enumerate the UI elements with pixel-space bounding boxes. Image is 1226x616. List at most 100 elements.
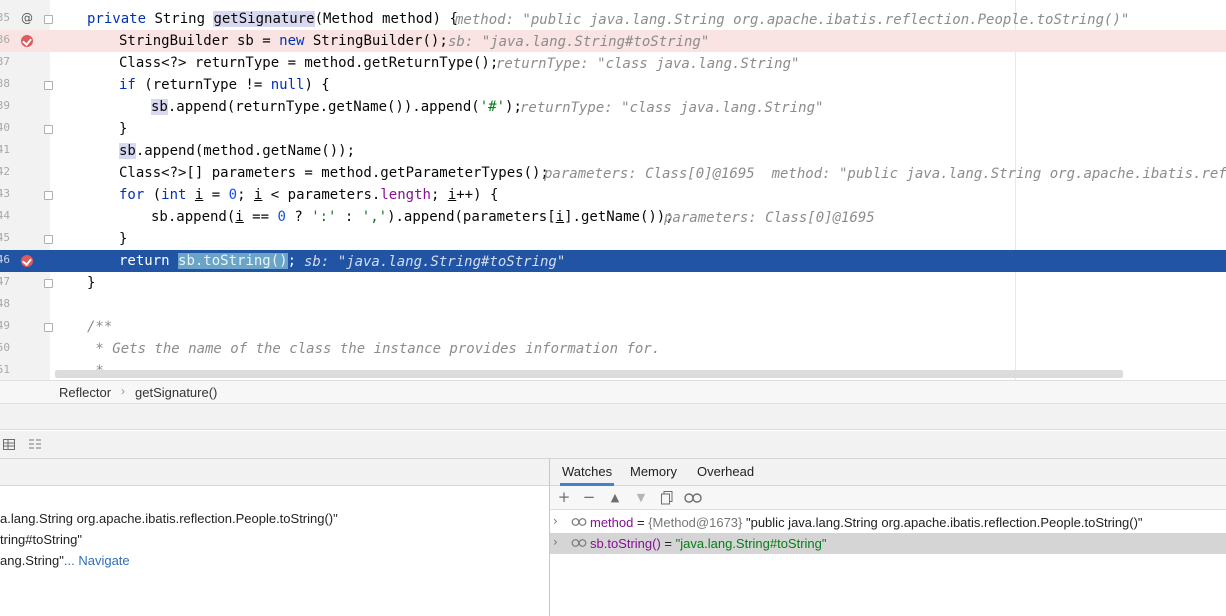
code-line[interactable]: 40 } bbox=[0, 118, 1226, 140]
tab-watches[interactable]: Watches bbox=[560, 459, 615, 486]
remove-watch-icon[interactable]: − bbox=[581, 489, 597, 506]
variable-value: ang.String" bbox=[0, 553, 64, 568]
watches-panel: Watches Memory Overhead + − ▲ ▼ › method… bbox=[550, 459, 1226, 616]
watch-equals: = bbox=[633, 515, 649, 530]
threads-layout-icon[interactable] bbox=[27, 436, 43, 452]
code-text: return sb.toString(); bbox=[119, 253, 297, 269]
code-line[interactable]: 43 for (int i = 0; i < parameters.length… bbox=[0, 184, 1226, 206]
inline-debug-hint: sb: "java.lang.String#toString" bbox=[448, 34, 710, 50]
move-down-icon[interactable]: ▼ bbox=[633, 489, 649, 506]
watch-row-selected[interactable]: › sb.toString() = "java.lang.String#toSt… bbox=[550, 533, 1226, 554]
code-text: private String getSignature(Method metho… bbox=[87, 11, 458, 27]
code-text: } bbox=[119, 121, 128, 137]
breadcrumb: Reflector › getSignature() bbox=[0, 380, 1226, 404]
inline-debug-hint: parameters: Class[0]@1695 method: "publi… bbox=[544, 166, 1226, 182]
code-line[interactable]: 50 * Gets the name of the class the inst… bbox=[0, 338, 1226, 360]
code-line[interactable]: 35 @ private String getSignature(Method … bbox=[0, 8, 1226, 30]
watch-value: "public java.lang.String org.apache.ibat… bbox=[742, 515, 1143, 530]
expand-chevron-icon[interactable]: › bbox=[553, 514, 558, 528]
line-number: 47 bbox=[0, 275, 10, 288]
doc-comment: * Gets the name of the class the instanc… bbox=[87, 341, 661, 357]
line-number: 42 bbox=[0, 165, 10, 178]
line-number: 41 bbox=[0, 143, 10, 156]
line-number: 39 bbox=[0, 99, 10, 112]
variable-row[interactable]: tring#toString" bbox=[0, 532, 82, 552]
fold-marker-icon[interactable] bbox=[44, 191, 53, 200]
line-number: 36 bbox=[0, 33, 10, 46]
watches-toolbar: + − ▲ ▼ bbox=[550, 486, 1226, 510]
breakpoint-check-icon[interactable] bbox=[21, 255, 33, 267]
glasses-icon bbox=[571, 539, 587, 547]
code-editor[interactable]: 35 @ private String getSignature(Method … bbox=[0, 0, 1226, 380]
fold-marker-icon[interactable] bbox=[44, 125, 53, 134]
code-text: StringBuilder sb = new StringBuilder(); bbox=[119, 33, 448, 49]
code-line[interactable]: 37 Class<?> returnType = method.getRetur… bbox=[0, 52, 1226, 74]
variable-row[interactable]: a.lang.String org.apache.ibatis.reflecti… bbox=[0, 511, 338, 531]
breakpoint-check-icon[interactable] bbox=[21, 35, 33, 47]
variables-header bbox=[0, 459, 549, 486]
fold-marker-icon[interactable] bbox=[44, 279, 53, 288]
tab-overhead[interactable]: Overhead bbox=[695, 459, 756, 486]
table-view-icon[interactable] bbox=[2, 436, 18, 452]
code-line[interactable]: 42 Class<?>[] parameters = method.getPar… bbox=[0, 162, 1226, 184]
variable-value: tring#toString" bbox=[0, 532, 82, 547]
move-up-icon[interactable]: ▲ bbox=[607, 489, 623, 506]
variable-value: a.lang.String org.apache.ibatis.reflecti… bbox=[0, 511, 338, 526]
breadcrumb-item-method[interactable]: getSignature() bbox=[135, 385, 217, 400]
code-line[interactable]: 48 bbox=[0, 294, 1226, 316]
inline-debug-hint: parameters: Class[0]@1695 bbox=[664, 210, 875, 226]
code-line[interactable]: 41 sb.append(method.getName()); bbox=[0, 140, 1226, 162]
code-line[interactable]: 44 sb.append(i == 0 ? ':' : ',').append(… bbox=[0, 206, 1226, 228]
line-number: 50 bbox=[0, 341, 10, 354]
breadcrumb-separator: › bbox=[121, 384, 125, 398]
breadcrumb-item-class[interactable]: Reflector bbox=[59, 385, 111, 400]
add-watch-icon[interactable]: + bbox=[556, 489, 572, 506]
line-number: 38 bbox=[0, 77, 10, 90]
code-line[interactable]: 39 sb.append(returnType.getName()).appen… bbox=[0, 96, 1226, 118]
expand-chevron-icon[interactable]: › bbox=[553, 535, 558, 549]
watch-equals: = bbox=[660, 536, 676, 551]
watch-name: sb.toString() bbox=[590, 536, 661, 551]
watch-type: {Method@1673} bbox=[648, 515, 743, 530]
watches-tab-bar: Watches Memory Overhead bbox=[550, 459, 1226, 486]
code-text: Class<?>[] parameters = method.getParame… bbox=[119, 165, 549, 181]
code-line[interactable]: 49 /** bbox=[0, 316, 1226, 338]
code-text: Class<?> returnType = method.getReturnTy… bbox=[119, 55, 499, 71]
fold-marker-icon[interactable] bbox=[44, 81, 53, 90]
inline-debug-hint: method: "public java.lang.String org.apa… bbox=[455, 12, 1130, 28]
fold-marker-icon[interactable] bbox=[44, 235, 53, 244]
line-number: 49 bbox=[0, 319, 10, 332]
watch-entry: method = {Method@1673} "public java.lang… bbox=[590, 515, 1143, 530]
tab-memory[interactable]: Memory bbox=[628, 459, 679, 486]
implementation-marker-icon[interactable]: @ bbox=[20, 11, 34, 25]
glasses-icon bbox=[571, 518, 587, 526]
variables-panel[interactable]: a.lang.String org.apache.ibatis.reflecti… bbox=[0, 459, 549, 616]
code-line-execution-point[interactable]: 46 return sb.toString(); sb: "java.lang.… bbox=[0, 250, 1226, 272]
code-text: sb.append(returnType.getName()).append('… bbox=[151, 99, 522, 115]
inline-debug-hint: sb: "java.lang.String#toString" bbox=[304, 254, 566, 270]
code-text: } bbox=[87, 275, 96, 291]
panel-divider[interactable] bbox=[0, 404, 1226, 430]
doc-comment: /** bbox=[87, 319, 113, 335]
code-text: for (int i = 0; i < parameters.length; i… bbox=[119, 187, 499, 203]
code-text: sb.append(i == 0 ? ':' : ',').append(par… bbox=[151, 209, 674, 225]
watch-row[interactable]: › method = {Method@1673} "public java.la… bbox=[550, 512, 1226, 533]
line-number: 43 bbox=[0, 187, 10, 200]
fold-marker-icon[interactable] bbox=[44, 15, 53, 24]
line-number: 37 bbox=[0, 55, 10, 68]
watch-value: "java.lang.String#toString" bbox=[675, 536, 827, 551]
line-number: 44 bbox=[0, 209, 10, 222]
code-line[interactable]: 45 } bbox=[0, 228, 1226, 250]
line-number: 48 bbox=[0, 297, 10, 310]
code-line[interactable]: 38 if (returnType != null) { bbox=[0, 74, 1226, 96]
inline-debug-hint: returnType: "class java.lang.String" bbox=[520, 100, 824, 116]
navigate-link[interactable]: ... Navigate bbox=[64, 553, 130, 568]
horizontal-scrollbar[interactable] bbox=[55, 370, 1123, 378]
variable-row[interactable]: ang.String"... Navigate bbox=[0, 553, 130, 573]
fold-marker-icon[interactable] bbox=[44, 323, 53, 332]
duplicate-watch-icon[interactable] bbox=[659, 489, 675, 506]
watch-entry: sb.toString() = "java.lang.String#toStri… bbox=[590, 536, 827, 551]
glasses-icon[interactable] bbox=[683, 489, 703, 506]
code-line[interactable]: 47 } bbox=[0, 272, 1226, 294]
code-line-breakpoint[interactable]: 36 StringBuilder sb = new StringBuilder(… bbox=[0, 30, 1226, 52]
